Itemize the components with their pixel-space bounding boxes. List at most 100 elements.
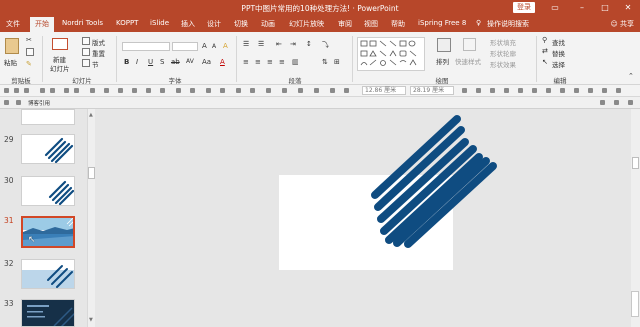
tab-transitions[interactable]: 切换: [234, 19, 248, 29]
tab-review[interactable]: 审阅: [338, 19, 352, 29]
toolbar-icon[interactable]: [504, 88, 509, 93]
replace-button[interactable]: 替换: [552, 48, 565, 58]
toolbar-icon[interactable]: [90, 88, 95, 93]
slide-thumbnail[interactable]: [21, 176, 75, 206]
quick-styles-icon[interactable]: [463, 38, 476, 51]
toolbar-icon[interactable]: [628, 100, 633, 105]
toolbar-icon[interactable]: [616, 88, 621, 93]
toolbar-icon[interactable]: [518, 88, 523, 93]
toolbar-icon[interactable]: [602, 88, 607, 93]
tab-design[interactable]: 设计: [207, 19, 221, 29]
font-color-button[interactable]: A: [220, 58, 225, 66]
tab-help[interactable]: 帮助: [391, 19, 405, 29]
line-spacing-icon[interactable]: ↕: [306, 40, 312, 48]
toolbar-icon[interactable]: [146, 88, 151, 93]
minimize-icon[interactable]: –: [575, 2, 589, 14]
tab-animations[interactable]: 动画: [261, 19, 275, 29]
diagonal-stripes-graphic[interactable]: [360, 110, 510, 255]
find-button[interactable]: 查找: [552, 37, 565, 47]
shape-height-input[interactable]: 28.19 厘米: [410, 86, 454, 95]
align-right-icon[interactable]: ≡: [267, 58, 273, 66]
underline-button[interactable]: U: [148, 58, 153, 66]
shapes-gallery[interactable]: [357, 37, 425, 71]
text-direction-icon[interactable]: ⤵: [322, 40, 329, 50]
scroll-thumb-secondary[interactable]: [631, 291, 639, 317]
tab-view[interactable]: 视图: [364, 19, 378, 29]
zoom-label[interactable]: 博客引用: [28, 99, 50, 107]
tell-me-search[interactable]: 操作说明搜索: [487, 19, 529, 29]
toolbar-icon[interactable]: [588, 88, 593, 93]
toolbar-icon[interactable]: [532, 88, 537, 93]
toolbar-icon[interactable]: [220, 88, 225, 93]
toolbar-icon[interactable]: [314, 88, 319, 93]
toolbar-icon[interactable]: [176, 88, 181, 93]
cut-icon[interactable]: ✂: [26, 36, 32, 44]
shape-width-input[interactable]: 12.86 厘米: [362, 86, 406, 95]
decrease-indent-icon[interactable]: ⇤: [276, 40, 282, 48]
layout-button[interactable]: 版式: [92, 37, 105, 47]
shape-fill-button[interactable]: 形状填充: [490, 37, 516, 47]
tab-insert[interactable]: 插入: [181, 19, 195, 29]
toolbar-icon[interactable]: [236, 88, 241, 93]
close-icon[interactable]: ✕: [621, 2, 635, 14]
tab-islide[interactable]: iSlide: [150, 19, 169, 27]
tab-nordri-tools[interactable]: Nordri Tools: [62, 19, 103, 27]
tab-koppt[interactable]: KOPPT: [116, 19, 138, 27]
toolbar-icon[interactable]: [160, 88, 165, 93]
toolbar-icon[interactable]: [546, 88, 551, 93]
maximize-icon[interactable]: □: [598, 2, 612, 14]
copy-icon[interactable]: [26, 48, 34, 56]
bold-button[interactable]: B: [124, 58, 129, 66]
toolbar-icon[interactable]: [4, 100, 9, 105]
justify-icon[interactable]: ≡: [279, 58, 285, 66]
quick-styles-button[interactable]: 快速样式: [455, 56, 481, 66]
char-spacing-button[interactable]: AV: [186, 58, 194, 65]
scroll-up-icon[interactable]: ▲: [89, 112, 93, 118]
strikethrough-button[interactable]: ab: [171, 58, 180, 66]
scroll-thumb[interactable]: [632, 157, 639, 169]
toolbar-icon[interactable]: [298, 88, 303, 93]
scroll-down-icon[interactable]: ▼: [89, 317, 93, 323]
tab-file[interactable]: 文件: [6, 19, 20, 29]
tab-home[interactable]: 开始: [30, 17, 54, 32]
toolbar-icon[interactable]: [206, 88, 211, 93]
slide-thumbnail[interactable]: [21, 109, 75, 125]
select-button[interactable]: 选择: [552, 59, 565, 69]
align-text-icon[interactable]: ⇅: [322, 58, 328, 66]
toolbar-icon[interactable]: [4, 88, 9, 93]
scroll-thumb[interactable]: [88, 167, 95, 179]
tab-ispring[interactable]: iSpring Free 8: [418, 19, 466, 27]
thumbnail-scrollbar[interactable]: ▲ ▼: [87, 109, 95, 327]
slide-thumbnail[interactable]: [21, 299, 75, 327]
toolbar-icon[interactable]: [16, 100, 21, 105]
change-case-button[interactable]: Aa: [202, 58, 211, 66]
align-left-icon[interactable]: ≡: [243, 58, 249, 66]
toolbar-icon[interactable]: [74, 88, 79, 93]
toolbar-icon[interactable]: [104, 88, 109, 93]
toolbar-icon[interactable]: [614, 100, 619, 105]
toolbar-icon[interactable]: [560, 88, 565, 93]
font-size-select[interactable]: [172, 42, 198, 51]
italic-button[interactable]: I: [136, 58, 138, 66]
collapse-ribbon-icon[interactable]: ⌃: [628, 72, 634, 80]
toolbar-icon[interactable]: [40, 88, 45, 93]
format-painter-icon[interactable]: ✎: [26, 60, 32, 68]
clear-format-icon[interactable]: A: [223, 42, 228, 50]
new-slide-label-2[interactable]: 幻灯片: [50, 63, 70, 73]
tab-slideshow[interactable]: 幻灯片放映: [289, 19, 324, 29]
toolbar-icon[interactable]: [282, 88, 287, 93]
increase-indent-icon[interactable]: ⇥: [290, 40, 296, 48]
section-button[interactable]: 节: [92, 59, 99, 69]
slide-thumbnail[interactable]: [21, 134, 75, 164]
toolbar-icon[interactable]: [600, 100, 605, 105]
slide-thumbnail[interactable]: [21, 259, 75, 289]
numbering-icon[interactable]: ☰: [258, 40, 264, 48]
paste-icon[interactable]: [5, 38, 19, 54]
toolbar-icon[interactable]: [574, 88, 579, 93]
toolbar-icon[interactable]: [344, 88, 349, 93]
shrink-font-icon[interactable]: A: [212, 43, 216, 50]
toolbar-icon[interactable]: [118, 88, 123, 93]
toolbar-icon[interactable]: [476, 88, 481, 93]
font-name-select[interactable]: [122, 42, 170, 51]
toolbar-icon[interactable]: [490, 88, 495, 93]
